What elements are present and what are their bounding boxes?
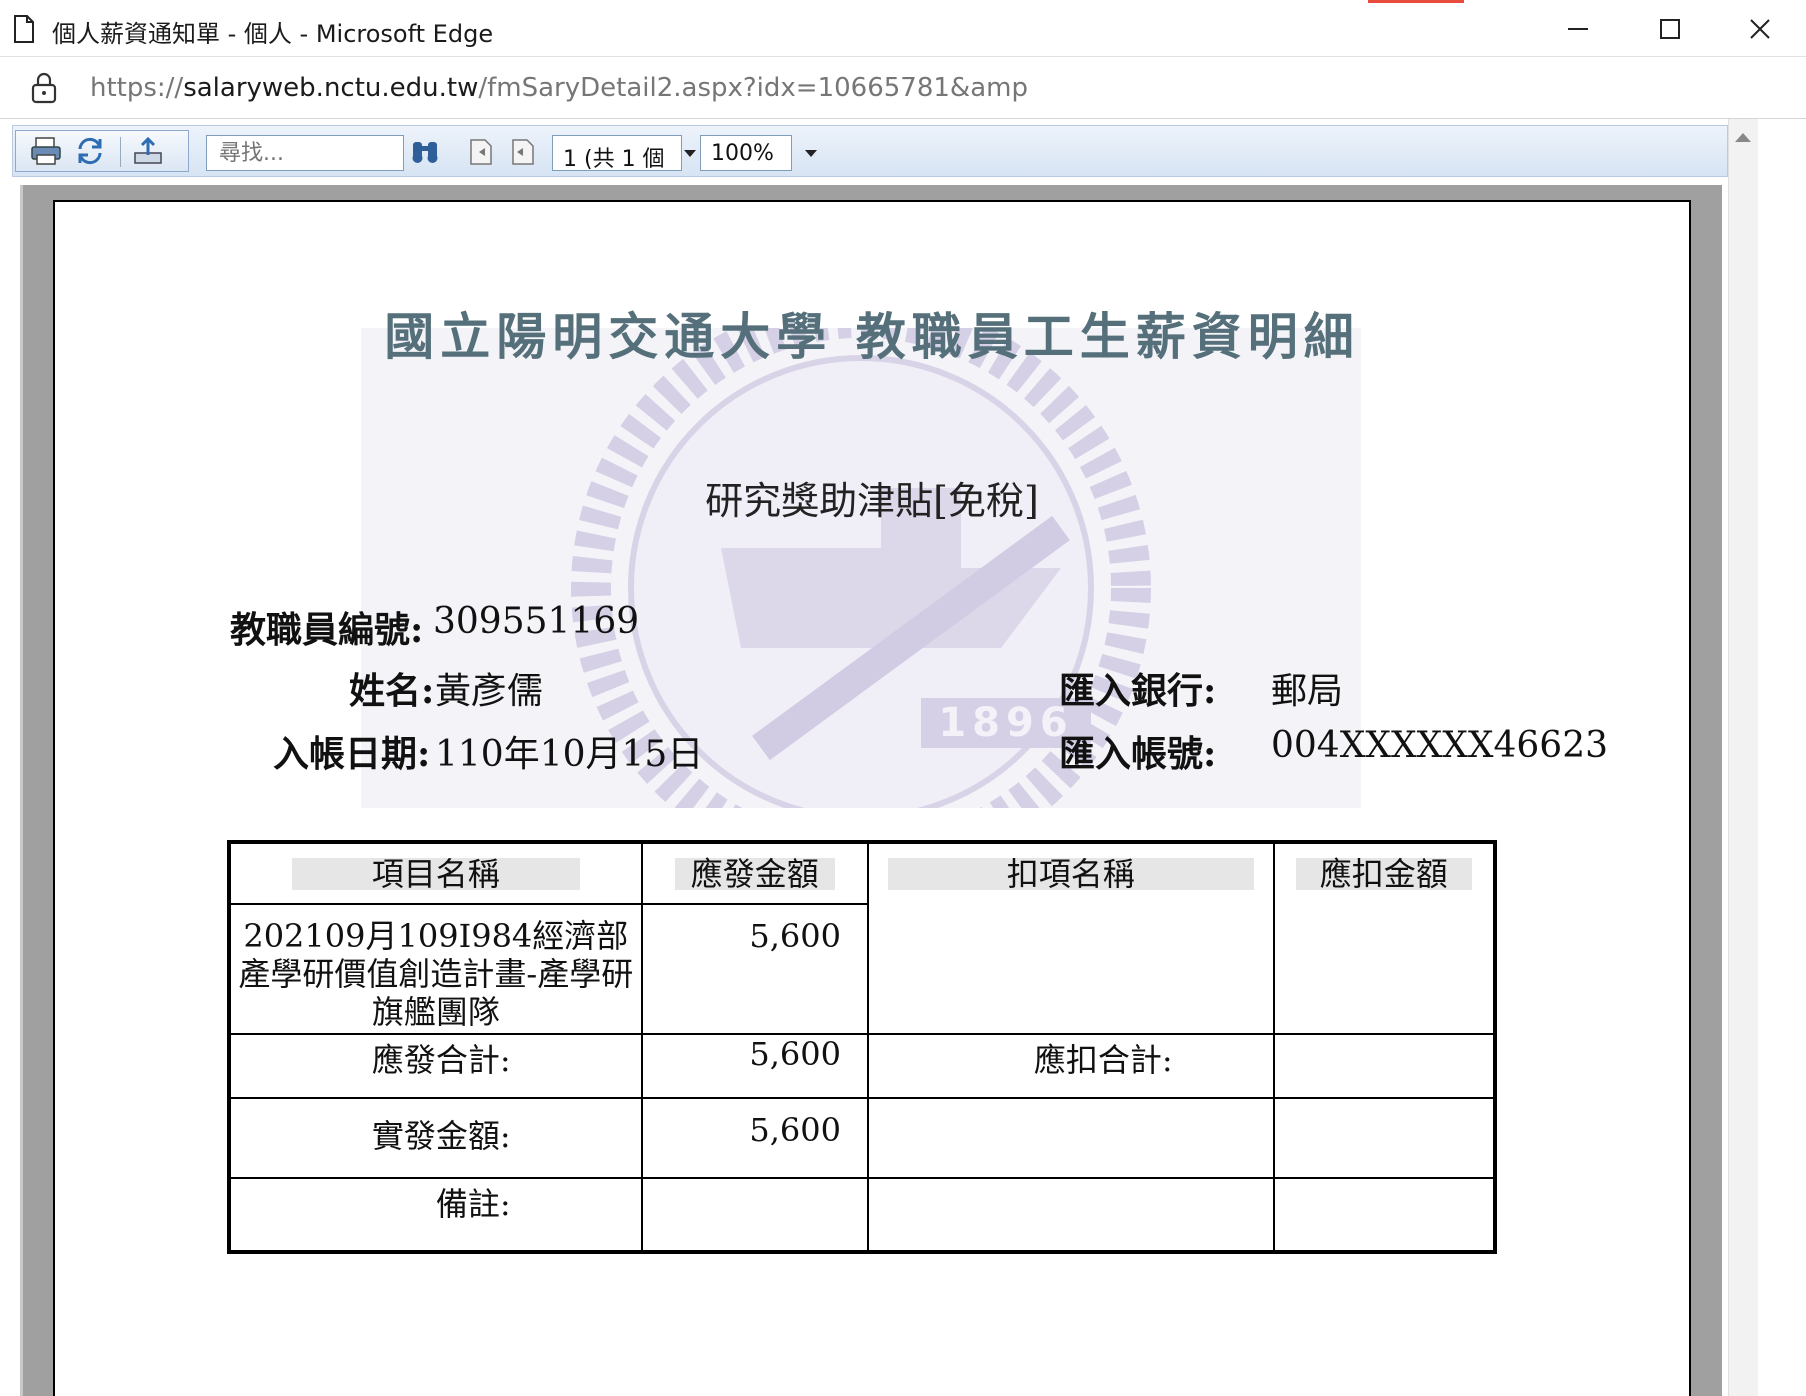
account-label: 匯入帳號: <box>1059 733 1217 775</box>
item-name: 202109月109I984經濟部產學研價值創造計畫-產學研旗艦團隊 <box>238 917 634 1031</box>
report-subtitle: 研究獎助津貼[免稅] <box>705 479 1039 523</box>
find-binoculars-icon[interactable] <box>409 136 441 168</box>
minimize-button[interactable] <box>1532 0 1624 57</box>
previous-page-icon[interactable] <box>507 136 539 168</box>
header-deduction-amount-cell: 應扣金額 <box>1272 841 1497 1035</box>
refresh-icon[interactable] <box>74 135 106 167</box>
remarks-empty-cell <box>866 1177 1275 1253</box>
report-title: 國立陽明交通大學 教職員工生薪資明細 <box>384 308 1360 366</box>
header-item-name: 項目名稱 <box>291 858 580 890</box>
remarks-label: 備註: <box>435 1185 511 1223</box>
page-dropdown-icon[interactable] <box>684 150 696 157</box>
item-name-cell: 202109月109I984經濟部產學研價值創造計畫-產學研旗艦團隊 <box>228 903 643 1035</box>
document-icon <box>14 15 34 43</box>
export-icon[interactable] <box>132 135 164 167</box>
maximize-button[interactable] <box>1624 0 1716 57</box>
total-deduction-cell <box>1272 1033 1497 1099</box>
bank-value: 郵局 <box>1271 671 1344 712</box>
remarks-label-cell: 備註: <box>228 1177 643 1253</box>
deposit-date-label: 入帳日期: <box>273 733 431 775</box>
net-pay-empty-cell <box>866 1097 1275 1179</box>
titlebar-accent <box>1368 0 1464 3</box>
name-value: 黃彥儒 <box>435 671 544 712</box>
scrollbar-track[interactable] <box>1728 119 1758 1396</box>
name-label: 姓名: <box>349 670 435 712</box>
url-path: /fmSaryDetail2.aspx?idx=10665781&amp <box>478 73 1028 103</box>
header-deduction-name: 扣項名稱 <box>887 858 1254 890</box>
net-pay-value: 5,600 <box>749 1111 841 1149</box>
header-deduction-amount: 應扣金額 <box>1295 858 1472 890</box>
first-page-icon[interactable] <box>465 136 497 168</box>
address-bar[interactable]: https://salaryweb.nctu.edu.tw/fmSaryDeta… <box>0 57 1806 119</box>
url-prefix: https:// <box>90 73 184 103</box>
pay-amount-cell: 5,600 <box>640 903 869 1035</box>
header-pay-amount-cell: 應發金額 <box>640 841 869 905</box>
total-pay-value: 5,600 <box>749 1035 841 1073</box>
header-item-name-cell: 項目名稱 <box>228 841 643 905</box>
minimize-icon <box>1568 27 1588 30</box>
deposit-date-value: 110年10月15日 <box>435 734 704 775</box>
total-pay-cell: 5,600 <box>640 1033 869 1099</box>
close-button[interactable] <box>1714 0 1806 57</box>
toolbar-divider <box>120 137 121 167</box>
account-value: 004XXXXXX46623 <box>1271 725 1609 766</box>
maximize-icon <box>1660 18 1680 39</box>
url-text[interactable]: https://salaryweb.nctu.edu.tw/fmSaryDeta… <box>90 73 1028 103</box>
report-canvas[interactable]: 1896 國立陽明交通大學 教職員工生薪資明細 研究獎助津貼[免稅] 教職員編號… <box>20 185 1722 1396</box>
total-deduction-label-cell: 應扣合計: <box>866 1033 1275 1099</box>
print-icon[interactable] <box>30 135 62 167</box>
salary-detail-table: 項目名稱 應發金額 扣項名稱 應扣金額 202109月109I984經濟部產學研… <box>227 840 1497 1254</box>
table-header-row: 項目名稱 應發金額 扣項名稱 應扣金額 <box>228 841 1497 1035</box>
total-row: 應發合計: 5,600 應扣合計: <box>228 1033 1497 1099</box>
remarks-empty-cell-2 <box>1272 1177 1497 1253</box>
find-input[interactable] <box>206 135 404 171</box>
header-pay-amount: 應發金額 <box>674 858 835 890</box>
net-pay-label: 實發金額: <box>371 1117 511 1155</box>
net-pay-label-cell: 實發金額: <box>228 1097 643 1179</box>
net-pay-row: 實發金額: 5,600 <box>228 1097 1497 1179</box>
total-pay-label: 應發合計: <box>371 1041 511 1079</box>
toolbar-button-group <box>15 130 189 172</box>
window-title: 個人薪資通知單 - 個人 - Microsoft Edge <box>52 20 494 48</box>
zoom-select[interactable]: 100% <box>700 135 792 171</box>
remarks-value-cell <box>640 1177 869 1253</box>
close-icon <box>1750 18 1770 39</box>
lock-icon[interactable] <box>30 71 58 105</box>
remarks-row: 備註: <box>228 1177 1497 1253</box>
page-number-input[interactable]: 1 (共 1 個 <box>552 135 682 171</box>
watermark-year: 1896 <box>938 700 1073 746</box>
window-titlebar: 個人薪資通知單 - 個人 - Microsoft Edge <box>0 0 1806 57</box>
total-deduction-label: 應扣合計: <box>1033 1041 1173 1079</box>
vertical-scrollbar[interactable] <box>1728 119 1806 1396</box>
bank-label: 匯入銀行: <box>1059 670 1217 712</box>
net-pay-empty-cell-2 <box>1272 1097 1497 1179</box>
report-viewer: 1 (共 1 個 100% 1896 國立陽明交通大學 教職員工生薪資明細 研究… <box>0 119 1728 1396</box>
zoom-dropdown-icon[interactable] <box>805 150 817 157</box>
total-pay-label-cell: 應發合計: <box>228 1033 643 1099</box>
header-deduction-name-cell: 扣項名稱 <box>866 841 1275 1035</box>
report-page: 1896 國立陽明交通大學 教職員工生薪資明細 研究獎助津貼[免稅] 教職員編號… <box>53 200 1691 1396</box>
scroll-up-icon[interactable] <box>1735 133 1751 142</box>
report-toolbar: 1 (共 1 個 100% <box>12 125 1728 177</box>
employee-id-value: 309551169 <box>433 601 640 642</box>
pay-amount: 5,600 <box>749 917 841 955</box>
employee-id-label: 教職員編號: <box>230 609 424 651</box>
net-pay-cell: 5,600 <box>640 1097 869 1179</box>
url-host: salaryweb.nctu.edu.tw <box>183 73 479 103</box>
